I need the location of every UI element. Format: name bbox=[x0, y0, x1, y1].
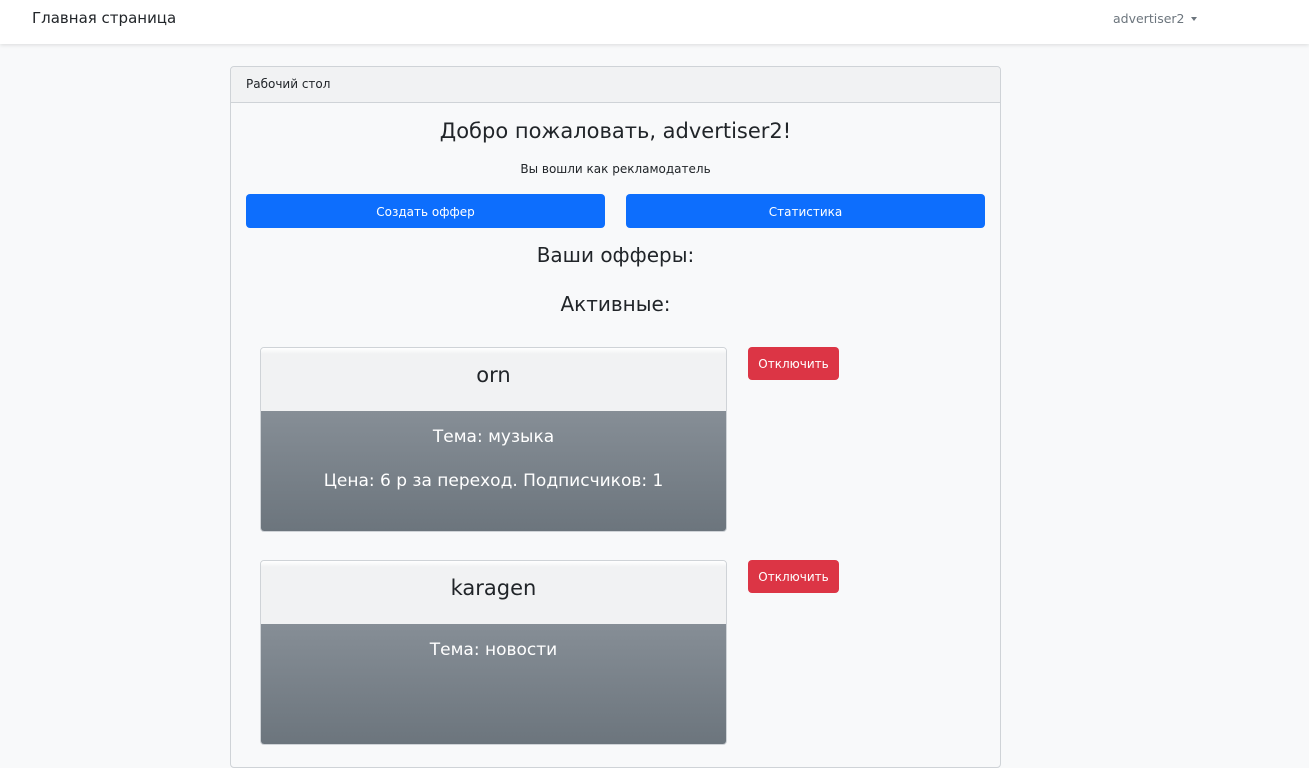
username: advertiser2 bbox=[1113, 11, 1185, 26]
offer-card: orn Тема: музыка Цена: 6 р за переход. П… bbox=[260, 347, 727, 532]
offer-card-body: Тема: музыка Цена: 6 р за переход. Подпи… bbox=[261, 411, 726, 531]
home-link[interactable]: Главная страница bbox=[32, 9, 176, 27]
offer-price: Цена: 6 р за переход. Подписчиков: 1 bbox=[323, 471, 664, 491]
offer-name: karagen bbox=[450, 576, 537, 600]
role-text: Вы вошли как рекламодатель bbox=[520, 162, 711, 176]
offer-card-header: orn bbox=[261, 348, 726, 411]
caret-down-icon bbox=[1190, 16, 1197, 21]
welcome-heading: Добро пожаловать, advertiser2! bbox=[439, 119, 792, 143]
offer-name: orn bbox=[476, 363, 511, 387]
offer-topic: Тема: новости bbox=[429, 640, 558, 660]
offer-topic: Тема: музыка bbox=[432, 427, 555, 447]
offer-card-header: karagen bbox=[261, 561, 726, 624]
dashboard-title: Рабочий стол bbox=[246, 77, 331, 91]
top-navbar: Главная страница advertiser2 bbox=[0, 0, 1309, 44]
statistics-button[interactable]: Статистика bbox=[626, 194, 985, 228]
create-offer-button[interactable]: Создать оффер bbox=[246, 194, 605, 228]
offers-heading: Ваши офферы: bbox=[536, 243, 695, 267]
dashboard-card-header: Рабочий стол bbox=[231, 67, 1000, 103]
active-offers-heading: Активные: bbox=[560, 292, 671, 316]
dashboard-card: Рабочий стол Добро пожаловать, advertise… bbox=[230, 66, 1001, 768]
offer-card-body: Тема: новости bbox=[261, 624, 726, 744]
disable-offer-button[interactable]: Отключить bbox=[748, 560, 839, 593]
user-dropdown[interactable]: advertiser2 bbox=[1113, 11, 1197, 26]
offer-card: karagen Тема: новости bbox=[260, 560, 727, 745]
disable-offer-button[interactable]: Отключить bbox=[748, 347, 839, 380]
